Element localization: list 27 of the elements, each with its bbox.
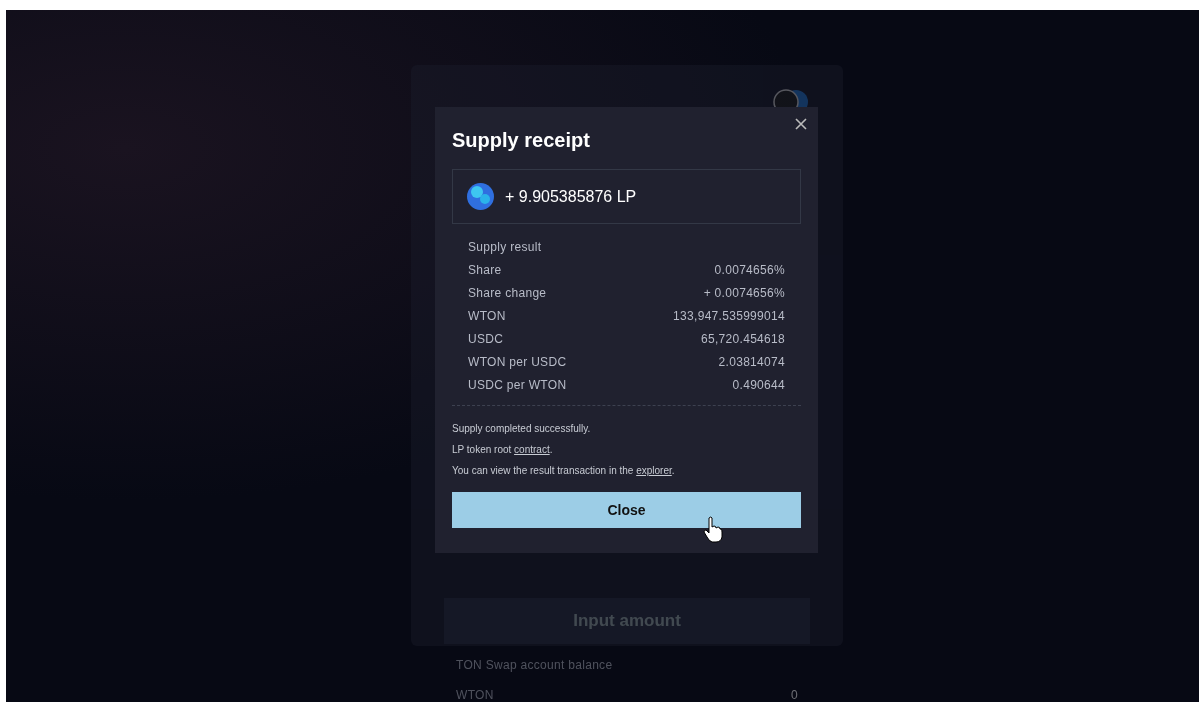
- result-value: 0.0074656%: [714, 262, 785, 279]
- result-label: Share change: [468, 285, 547, 302]
- lp-token-icon: [467, 183, 494, 210]
- balance-title: TON Swap account balance: [456, 657, 614, 674]
- status-message: Supply completed successfully.: [452, 422, 592, 435]
- result-label: WTON: [468, 308, 506, 325]
- close-icon[interactable]: [794, 117, 808, 131]
- balance-value: 0: [791, 687, 798, 702]
- result-value: 2.03814074: [718, 354, 785, 371]
- hand-cursor-icon: [703, 516, 723, 543]
- message-link[interactable]: contract: [514, 444, 550, 455]
- result-value: 65,720.454618: [701, 331, 785, 348]
- result-value: + 0.0074656%: [703, 285, 785, 302]
- result-value: 0.490644: [732, 377, 785, 394]
- result-label: USDC per WTON: [468, 377, 567, 394]
- lp-amount: + 9.905385876 LP: [505, 186, 637, 207]
- message-link[interactable]: explorer: [636, 465, 672, 476]
- result-title: Supply result: [468, 239, 543, 256]
- close-button[interactable]: Close: [452, 492, 801, 528]
- result-value: 133,947.535999014: [673, 308, 785, 325]
- balance-label: WTON: [456, 687, 494, 702]
- result-label: Share: [468, 262, 502, 279]
- modal-title: Supply receipt: [452, 128, 591, 153]
- status-message: You can view the result transaction in the explorer.: [452, 464, 676, 477]
- result-label: USDC: [468, 331, 504, 348]
- status-message: LP token root contract.: [452, 443, 554, 456]
- result-label: WTON per USDC: [468, 354, 567, 371]
